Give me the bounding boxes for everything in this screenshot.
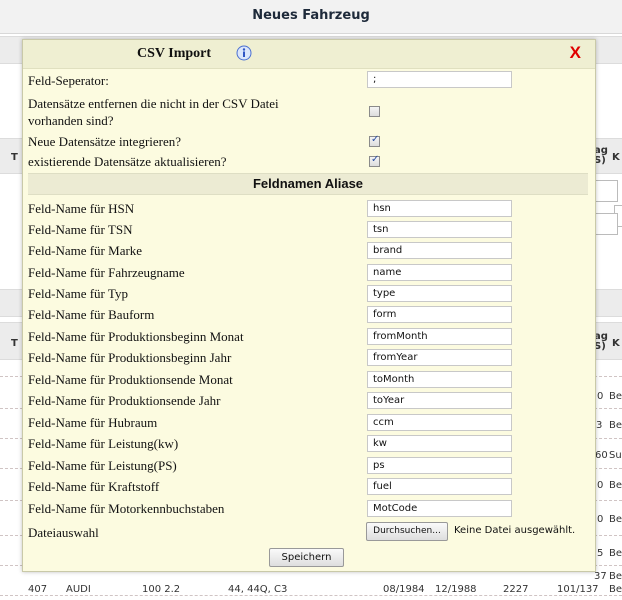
bg-header-edge: T [11, 338, 18, 349]
table-cell: AUDI [66, 584, 91, 595]
dialog-title: CSV Import [137, 46, 212, 61]
table-cell-fragment: Be [609, 548, 622, 559]
bg-filter-input[interactable] [594, 213, 618, 235]
field-input-motcode[interactable]: MotCode [367, 500, 512, 517]
field-label: Feld-Name für Motorkennbuchstaben [28, 501, 225, 516]
table-cell-fragment: 0 [597, 391, 604, 402]
save-button[interactable]: Speichern [269, 548, 344, 567]
bg-header-edge: K [612, 338, 620, 349]
field-label: Feld-Name für Produktionsbeginn Jahr [28, 350, 232, 365]
file-status: Keine Datei ausgewählt. [454, 525, 576, 536]
browse-button[interactable]: Durchsuchen... [366, 522, 448, 541]
page-title: Neues Fahrzeug [252, 8, 370, 23]
bg-header-edge: T [11, 152, 18, 163]
field-label: Feld-Name für Leistung(PS) [28, 458, 177, 473]
field-input-ccm[interactable]: ccm [367, 414, 512, 431]
option-remove-checkbox[interactable] [369, 106, 380, 117]
field-label: Feld-Name für Fahrzeugname [28, 265, 185, 280]
table-cell-fragment: 37 [594, 571, 607, 582]
option-integrate-checkbox[interactable]: ✓ [369, 134, 380, 147]
table-cell: 44, 44Q, C3 [228, 584, 288, 595]
table-cell: 407 [28, 584, 48, 595]
field-input-type[interactable]: type [367, 285, 512, 302]
aliases-section-title: Feldnamen Aliase [28, 173, 588, 195]
table-cell-fragment: 60 [595, 450, 608, 461]
check-mark-icon: ✓ [371, 134, 380, 145]
field-label: Feld-Name für Leistung(kw) [28, 436, 179, 451]
table-cell: 08/1984 [383, 584, 425, 595]
close-icon[interactable]: X [570, 43, 581, 63]
field-label: Feld-Name für Marke [28, 243, 143, 258]
field-label: Feld-Name für Produktionsende Jahr [28, 393, 221, 408]
table-cell-fragment: Be [609, 571, 622, 582]
field-input-ps[interactable]: ps [367, 457, 512, 474]
table-cell-fragment: 3 [596, 420, 603, 431]
field-input-from-month[interactable]: fromMonth [367, 328, 512, 345]
table-cell-fragment: Be [609, 391, 622, 402]
field-input-form[interactable]: form [367, 306, 512, 323]
field-input-to-month[interactable]: toMonth [367, 371, 512, 388]
field-input-name[interactable]: name [367, 264, 512, 281]
table-cell-fragment: Be [609, 420, 622, 431]
file-label: Dateiauswahl [28, 525, 99, 540]
separator-label: Feld-Seperator: [28, 73, 109, 88]
table-cell: 100 2.2 [142, 584, 181, 595]
table-cell: 101/137 [557, 584, 599, 595]
field-input-tsn[interactable]: tsn [367, 221, 512, 238]
page-header: Neues Fahrzeug [0, 0, 622, 34]
table-cell-fragment: Be [609, 514, 622, 525]
table-cell-fragment: 0 [597, 480, 604, 491]
option-integrate-label: Neue Datensätze integrieren? [28, 134, 182, 149]
field-label: Feld-Name für Produktionsbeginn Monat [28, 329, 244, 344]
field-label: Feld-Name für Hubraum [28, 415, 158, 430]
dialog-header: CSV Import X [23, 40, 595, 69]
csv-import-dialog: CSV Import X Feld-Seperator: ; Datensätz… [22, 39, 596, 572]
table-cell-fragment: Su [609, 450, 622, 461]
field-input-to-year[interactable]: toYear [367, 392, 512, 409]
table-cell: Be [609, 584, 622, 595]
option-update-checkbox[interactable]: ✓ [369, 154, 380, 167]
field-input-brand[interactable]: brand [367, 242, 512, 259]
table-cell: 12/1988 [435, 584, 477, 595]
field-input-kw[interactable]: kw [367, 435, 512, 452]
row-divider [0, 595, 622, 596]
field-label: Feld-Name für Bauform [28, 307, 155, 322]
field-label: Feld-Name für TSN [28, 222, 133, 237]
bg-header-edge: K [612, 152, 620, 163]
bg-filter-input[interactable] [594, 180, 618, 202]
field-label: Feld-Name für HSN [28, 201, 135, 216]
field-input-fuel[interactable]: fuel [367, 478, 512, 495]
check-mark-icon: ✓ [371, 154, 380, 165]
option-remove-label: Datensätze entfernen die nicht in der CS… [28, 96, 279, 128]
table-cell-fragment: 5 [597, 548, 604, 559]
option-update-label: existierende Datensätze aktualisieren? [28, 154, 227, 169]
field-label: Feld-Name für Typ [28, 286, 128, 301]
table-cell: 2227 [503, 584, 529, 595]
field-input-hsn[interactable]: hsn [367, 200, 512, 217]
separator-input[interactable]: ; [367, 71, 512, 88]
field-label: Feld-Name für Produktionsende Monat [28, 372, 233, 387]
table-cell-fragment: 0 [597, 514, 604, 525]
field-label: Feld-Name für Kraftstoff [28, 479, 160, 494]
info-icon[interactable] [236, 45, 252, 61]
field-input-from-year[interactable]: fromYear [367, 349, 512, 366]
table-cell-fragment: Be [609, 480, 622, 491]
